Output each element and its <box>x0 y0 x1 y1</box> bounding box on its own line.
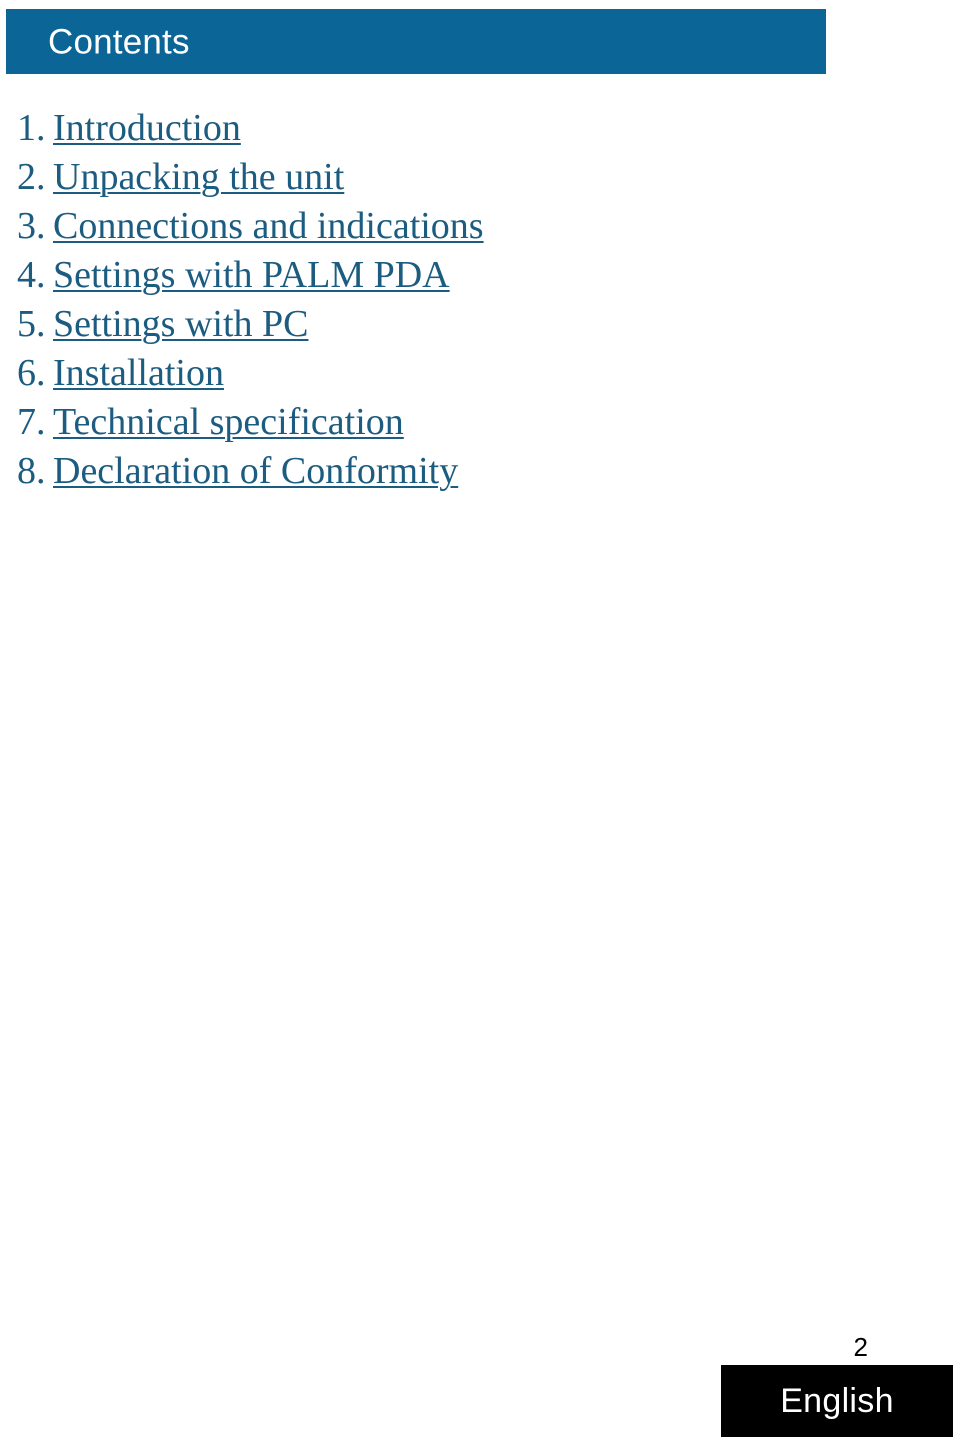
table-of-contents-list: 1. Introduction 2. Unpacking the unit 3.… <box>0 104 900 496</box>
contents-header-bar: Contents <box>6 9 826 74</box>
language-badge: English <box>721 1365 953 1437</box>
toc-item-number: 6. <box>17 352 46 394</box>
toc-item-number: 8. <box>17 450 46 492</box>
list-item[interactable]: 2. Unpacking the unit <box>0 153 900 202</box>
toc-item-number: 2. <box>17 156 46 198</box>
toc-link-connections-and-indications[interactable]: Connections and indications <box>53 202 484 251</box>
toc-item-number: 3. <box>17 205 46 247</box>
list-item[interactable]: 8. Declaration of Conformity <box>0 447 900 496</box>
toc-link-unpacking-the-unit[interactable]: Unpacking the unit <box>53 153 344 202</box>
toc-link-technical-specification[interactable]: Technical specification <box>53 398 404 447</box>
toc-link-settings-with-pc[interactable]: Settings with PC <box>53 300 309 349</box>
list-item[interactable]: 3. Connections and indications <box>0 202 900 251</box>
list-item[interactable]: 7. Technical specification <box>0 398 900 447</box>
list-item[interactable]: 1. Introduction <box>0 104 900 153</box>
page-title: Contents <box>48 22 190 61</box>
list-item[interactable]: 6. Installation <box>0 349 900 398</box>
toc-link-settings-with-palm-pda[interactable]: Settings with PALM PDA <box>53 251 450 300</box>
toc-link-installation[interactable]: Installation <box>53 349 224 398</box>
list-item[interactable]: 4. Settings with PALM PDA <box>0 251 900 300</box>
language-label: English <box>780 1382 894 1420</box>
toc-item-number: 7. <box>17 401 46 443</box>
toc-item-number: 4. <box>17 254 46 296</box>
list-item[interactable]: 5. Settings with PC <box>0 300 900 349</box>
toc-item-number: 5. <box>17 303 46 345</box>
document-page: Contents 1. Introduction 2. Unpacking th… <box>0 0 960 1448</box>
toc-link-declaration-of-conformity[interactable]: Declaration of Conformity <box>53 447 458 496</box>
toc-item-number: 1. <box>17 107 46 149</box>
toc-link-introduction[interactable]: Introduction <box>53 104 241 153</box>
page-number: 2 <box>853 1332 868 1362</box>
